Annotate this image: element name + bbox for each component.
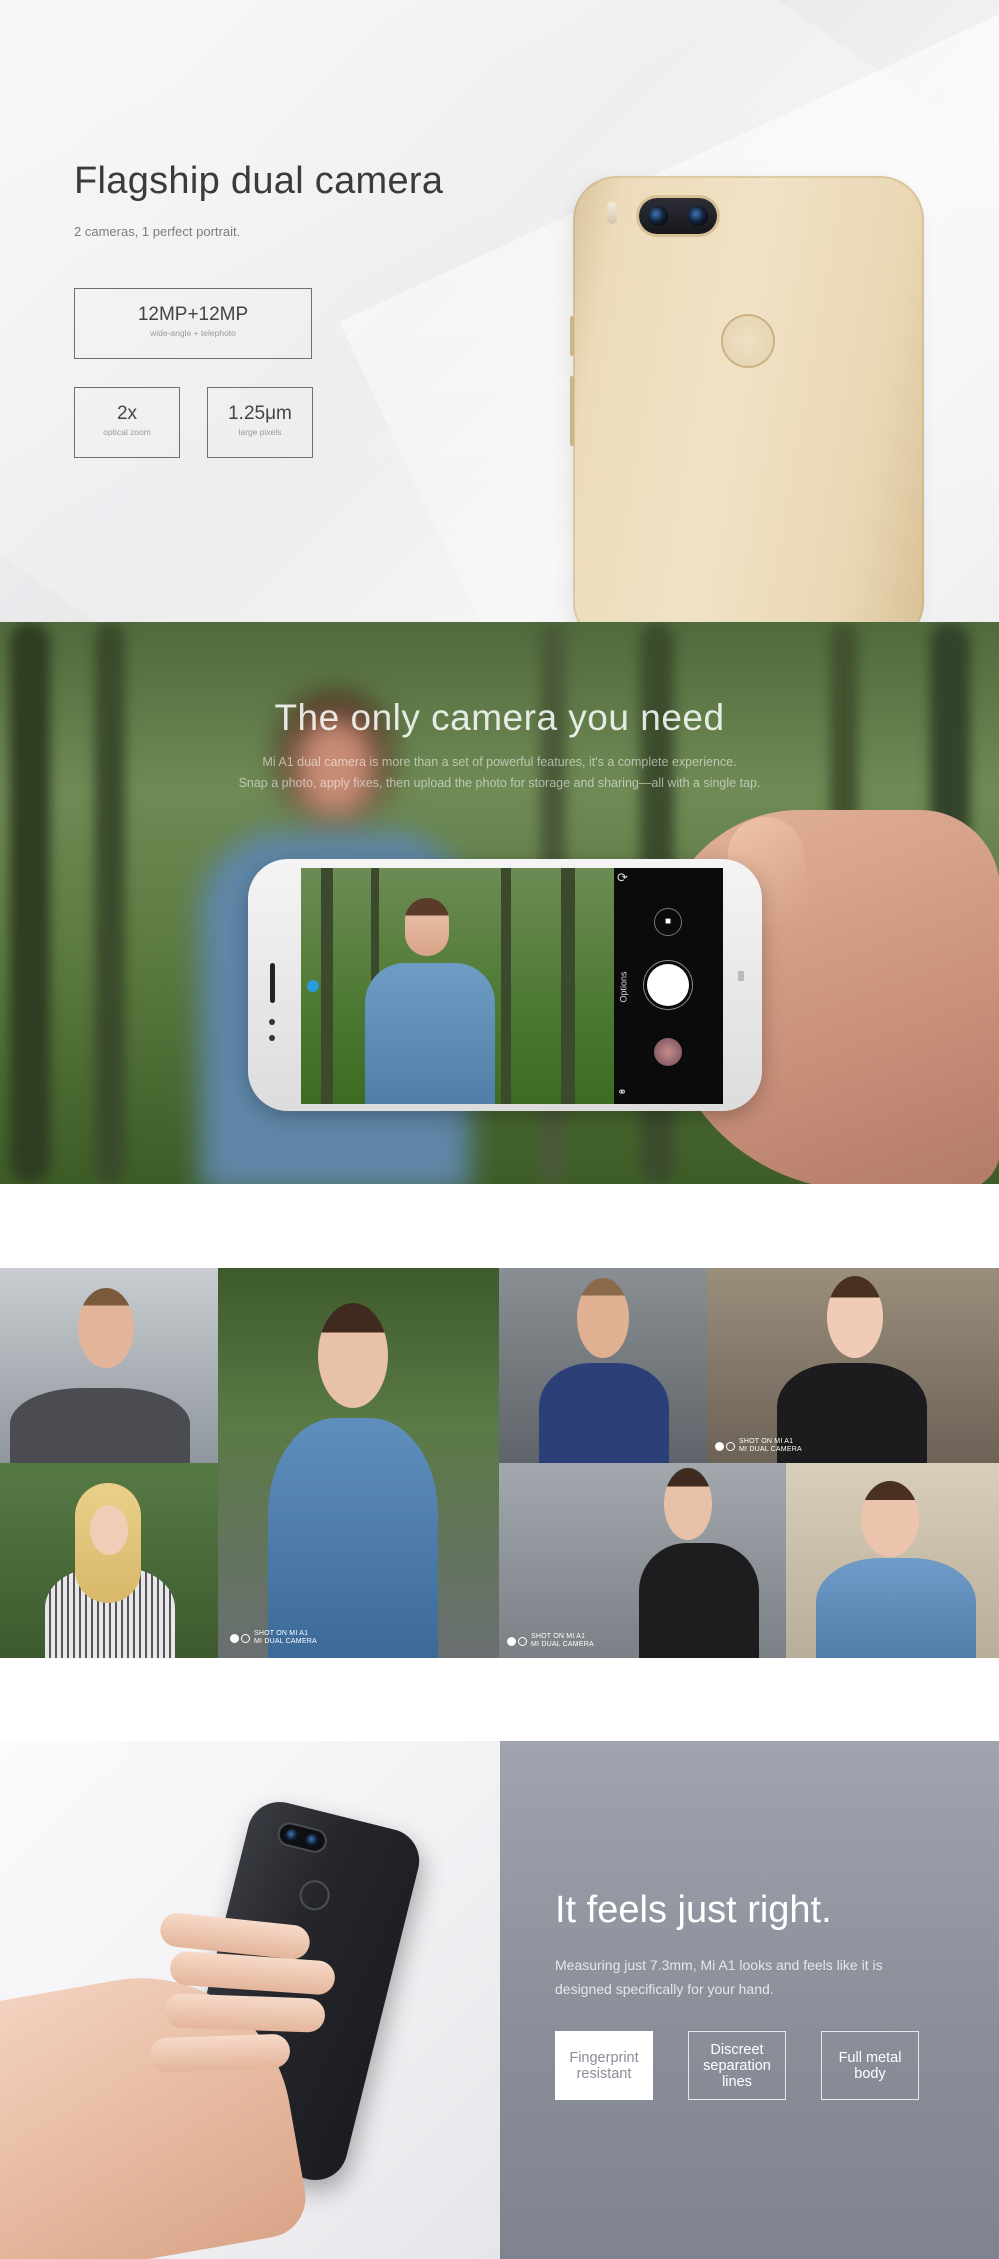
badge-text: MI DUAL CAMERA xyxy=(254,1638,317,1645)
badge-text: SHOT ON MI A1 xyxy=(739,1438,794,1445)
section-description: Measuring just 7.3mm, Mi A1 looks and fe… xyxy=(555,1957,883,1997)
side-button xyxy=(570,316,574,356)
sensor-dot xyxy=(269,1019,275,1025)
camera-viewfinder[interactable] xyxy=(301,868,614,1104)
gallery-photo[interactable] xyxy=(0,1268,218,1463)
fingerprint-sensor xyxy=(721,314,775,368)
camera-lens xyxy=(688,206,708,226)
speaker-grill xyxy=(270,963,275,1003)
badge-text: SHOT ON MI A1 xyxy=(254,1630,309,1637)
feature-tab-metal-body[interactable]: Full metal body xyxy=(821,2031,919,2100)
ergonomics-section: It feels just right. Measuring just 7.3m… xyxy=(0,1741,999,2259)
section-description: Snap a photo, apply fixes, then upload t… xyxy=(238,776,761,790)
rotate-camera-icon[interactable]: ⟳ xyxy=(617,870,628,886)
feature-tab-separation-lines[interactable]: Discreet separation lines xyxy=(688,2031,786,2100)
spec-megapixels: 12MP+12MP wide-angle + telephoto xyxy=(74,288,312,359)
spec-pixel-size: 1.25μm large pixels xyxy=(207,387,313,458)
badge-text: MI DUAL CAMERA xyxy=(531,1641,594,1648)
subject-woman xyxy=(365,963,495,1104)
flagship-camera-section: Flagship dual camera 2 cameras, 1 perfec… xyxy=(0,0,999,622)
spec-caption: optical zoom xyxy=(103,427,151,437)
dual-camera-module xyxy=(639,198,717,234)
phone-camera-app: ⟳ Options ■ ⚭ xyxy=(248,859,762,1111)
badge-text: MI DUAL CAMERA xyxy=(739,1446,802,1453)
shutter-icon[interactable] xyxy=(647,964,689,1006)
gallery-photo[interactable] xyxy=(786,1463,999,1658)
gallery-photo[interactable]: SHOT ON MI A1 MI DUAL CAMERA xyxy=(707,1268,999,1463)
spec-value: 2x xyxy=(116,403,138,424)
subject-woman xyxy=(405,898,449,956)
gallery-photo[interactable]: SHOT ON MI A1 MI DUAL CAMERA xyxy=(218,1268,499,1658)
finger xyxy=(164,1993,326,2033)
gold-phone-image xyxy=(570,176,924,622)
spec-caption: large pixels xyxy=(238,427,282,437)
fingerprint-sensor xyxy=(296,1877,333,1914)
spec-optical-zoom: 2x optical zoom xyxy=(74,387,180,458)
shot-on-badge: SHOT ON MI A1 MI DUAL CAMERA xyxy=(715,1438,802,1454)
spec-value: 1.25μm xyxy=(228,403,292,424)
camera-controls: ⟳ Options ■ ⚭ xyxy=(614,868,723,1104)
flash-icon xyxy=(607,202,617,224)
camera-lens xyxy=(648,206,668,226)
section-title: It feels just right. xyxy=(555,1889,832,1931)
spec-value: 12MP+12MP xyxy=(137,304,249,325)
spec-caption: wide-angle + telephoto xyxy=(150,328,236,338)
options-button[interactable]: Options xyxy=(619,971,629,1002)
section-title: Flagship dual camera xyxy=(74,160,444,202)
gallery-icon[interactable] xyxy=(654,1038,682,1066)
badge-text: SHOT ON MI A1 xyxy=(531,1633,586,1640)
dual-camera-module xyxy=(275,1819,330,1856)
finger xyxy=(149,2033,291,2073)
filter-icon[interactable]: ⚭ xyxy=(617,1085,627,1099)
feature-tab-fingerprint[interactable]: Fingerprint resistant xyxy=(555,2031,653,2100)
gallery-photo[interactable] xyxy=(0,1463,218,1658)
shot-on-badge: SHOT ON MI A1 MI DUAL CAMERA xyxy=(507,1633,594,1649)
sensor-dot xyxy=(738,971,744,981)
shot-on-badge: SHOT ON MI A1 MI DUAL CAMERA xyxy=(230,1630,317,1646)
sample-photo-gallery: SHOT ON MI A1 MI DUAL CAMERA SHOT ON MI A… xyxy=(0,1268,999,1658)
gallery-photo[interactable]: SHOT ON MI A1 MI DUAL CAMERA xyxy=(499,1463,786,1658)
hand-phone-photo xyxy=(0,1741,500,2259)
sensor-dot xyxy=(269,1035,275,1041)
section-title: The only camera you need xyxy=(274,697,725,738)
section-subtitle: 2 cameras, 1 perfect portrait. xyxy=(74,224,241,239)
feel-info-panel: It feels just right. Measuring just 7.3m… xyxy=(500,1741,999,2259)
video-mode-icon[interactable]: ■ xyxy=(654,908,682,936)
camera-screen: ⟳ Options ■ ⚭ xyxy=(301,868,723,1104)
gallery-photo[interactable] xyxy=(499,1268,707,1463)
section-description: Mi A1 dual camera is more than a set of … xyxy=(262,755,737,769)
camera-experience-section: The only camera you need Mi A1 dual came… xyxy=(0,622,999,1184)
focus-point-icon[interactable] xyxy=(307,980,319,992)
side-button xyxy=(570,376,574,446)
